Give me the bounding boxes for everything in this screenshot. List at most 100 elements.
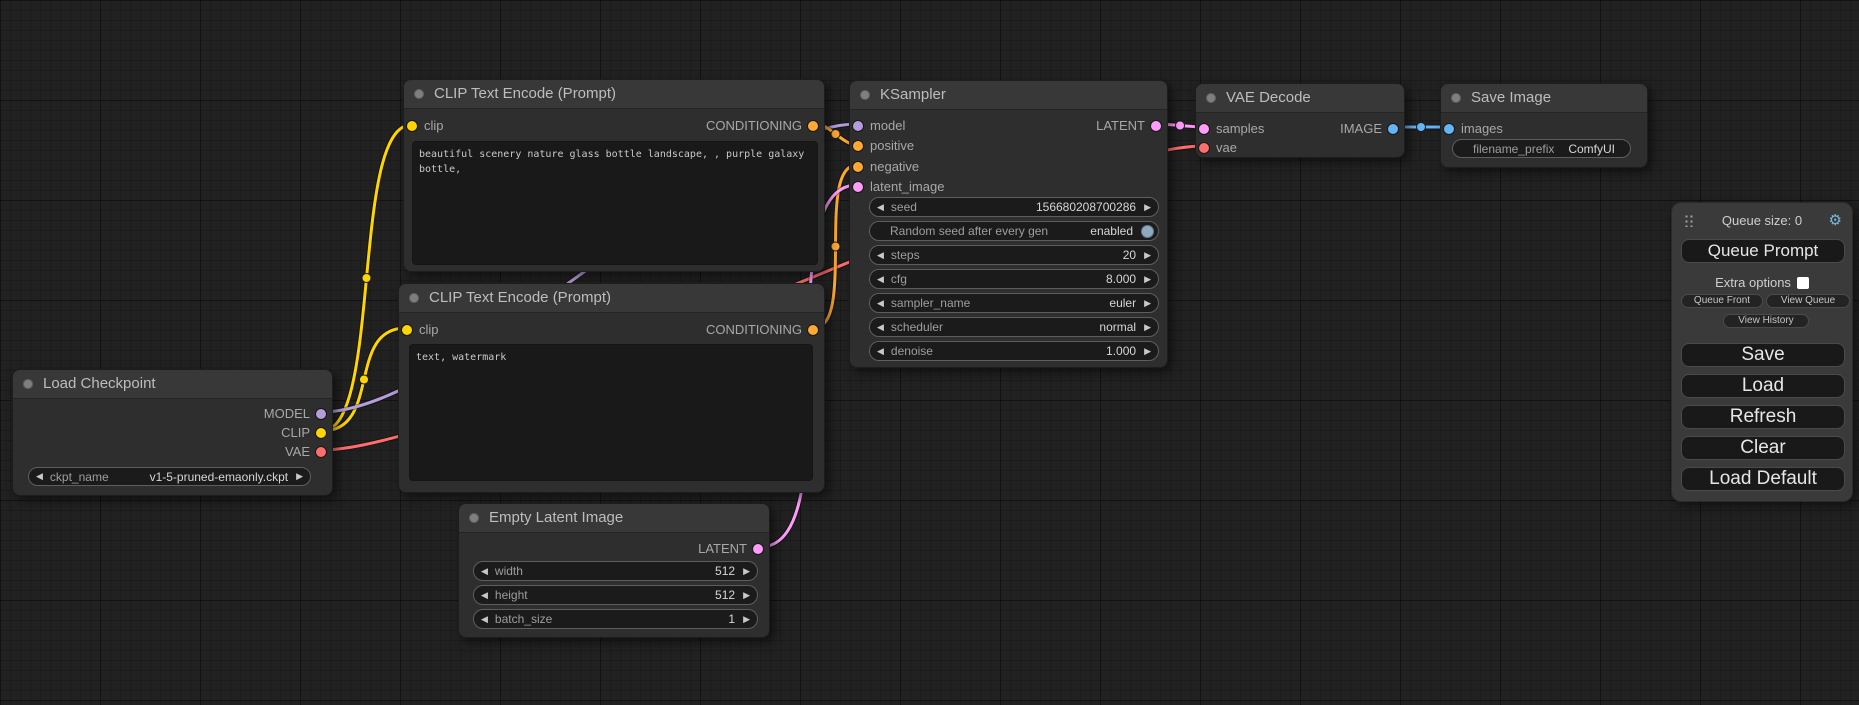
node-clip-text-encode-negative[interactable]: CLIP Text Encode (Prompt) clip CONDITION…: [398, 283, 825, 493]
wire-midpoint-dot-clip-to-positive-clip[interactable]: [362, 274, 371, 283]
stepper-right-icon[interactable]: ▶: [296, 472, 303, 481]
stepper-left-icon[interactable]: ◀: [36, 472, 43, 481]
clear-button[interactable]: Clear: [1681, 436, 1845, 460]
collapse-dot-icon[interactable]: [1206, 93, 1216, 103]
conditioning-output-dot[interactable]: [808, 121, 818, 131]
node-titlebar[interactable]: CLIP Text Encode (Prompt): [399, 284, 824, 313]
slot-label: CLIP: [281, 423, 310, 442]
stepper-left-icon[interactable]: ◀: [877, 323, 884, 332]
node-load-checkpoint[interactable]: Load Checkpoint MODEL CLIP VAE ◀ ckpt_na…: [12, 369, 333, 496]
collapse-dot-icon[interactable]: [409, 293, 419, 303]
stepper-right-icon[interactable]: ▶: [1144, 251, 1151, 260]
clip-input-dot[interactable]: [407, 121, 417, 131]
slot-label: CONDITIONING: [706, 116, 802, 135]
stepper-right-icon[interactable]: ▶: [743, 615, 750, 624]
stepper-right-icon[interactable]: ▶: [743, 567, 750, 576]
refresh-button[interactable]: Refresh: [1681, 405, 1845, 429]
vae-input-dot[interactable]: [1199, 143, 1209, 153]
height-widget[interactable]: ◀ height 512 ▶: [473, 585, 758, 605]
save-button[interactable]: Save: [1681, 343, 1845, 367]
output-slot-clip: CLIP: [13, 423, 332, 442]
widget-value: normal: [1099, 320, 1136, 334]
settings-gear-icon[interactable]: ⚙: [1829, 211, 1842, 231]
latent-output-dot[interactable]: [753, 544, 763, 554]
stepper-left-icon[interactable]: ◀: [481, 615, 488, 624]
node-titlebar[interactable]: Save Image: [1441, 84, 1647, 113]
node-titlebar[interactable]: Load Checkpoint: [13, 370, 332, 399]
stepper-left-icon[interactable]: ◀: [481, 591, 488, 600]
toggle-knob-icon[interactable]: [1141, 225, 1154, 238]
stepper-right-icon[interactable]: ▶: [1144, 299, 1151, 308]
collapse-dot-icon[interactable]: [1451, 93, 1461, 103]
node-ksampler[interactable]: KSampler model LATENT positive negative …: [849, 80, 1168, 368]
node-save-image[interactable]: Save Image images filename_prefix ComfyU…: [1440, 83, 1648, 168]
wire-midpoint-dot-conditioning-to-positive[interactable]: [831, 130, 840, 139]
wire-midpoint-dot-conditioning-to-negative[interactable]: [831, 242, 840, 251]
collapse-dot-icon[interactable]: [469, 513, 479, 523]
node-titlebar[interactable]: KSampler: [850, 81, 1167, 110]
view-history-button[interactable]: View History: [1723, 314, 1809, 328]
widget-value: 512: [715, 564, 735, 578]
node-clip-text-encode-positive[interactable]: CLIP Text Encode (Prompt) clip CONDITION…: [403, 79, 825, 272]
node-empty-latent-image[interactable]: Empty Latent Image LATENT ◀ width 512 ▶ …: [458, 503, 770, 638]
positive-input-dot[interactable]: [853, 141, 863, 151]
image-output-dot[interactable]: [1388, 124, 1398, 134]
positive-prompt-textarea[interactable]: beautiful scenery nature glass bottle la…: [412, 141, 818, 265]
negative-prompt-textarea[interactable]: text, watermark: [409, 344, 813, 481]
denoise-widget[interactable]: ◀ denoise 1.000 ▶: [869, 341, 1159, 361]
collapse-dot-icon[interactable]: [23, 379, 33, 389]
width-widget[interactable]: ◀ width 512 ▶: [473, 561, 758, 581]
conditioning-output-dot[interactable]: [808, 325, 818, 335]
cfg-widget[interactable]: ◀ cfg 8.000 ▶: [869, 269, 1159, 289]
samples-input-dot[interactable]: [1199, 124, 1209, 134]
stepper-left-icon[interactable]: ◀: [481, 567, 488, 576]
latent-image-input-dot[interactable]: [853, 182, 863, 192]
stepper-left-icon[interactable]: ◀: [877, 299, 884, 308]
clip-input-dot[interactable]: [402, 325, 412, 335]
scheduler-widget[interactable]: ◀ scheduler normal ▶: [869, 317, 1159, 337]
wire-midpoint-dot-image-to-save-image[interactable]: [1417, 123, 1426, 132]
steps-widget[interactable]: ◀ steps 20 ▶: [869, 245, 1159, 265]
model-output-dot[interactable]: [316, 409, 326, 419]
node-titlebar[interactable]: Empty Latent Image: [459, 504, 769, 533]
node-title: Empty Latent Image: [489, 504, 623, 532]
filename-prefix-widget[interactable]: filename_prefix ComfyUI: [1452, 139, 1631, 158]
view-queue-button[interactable]: View Queue: [1766, 294, 1850, 308]
model-input-dot[interactable]: [853, 121, 863, 131]
wire-midpoint-dot-clip-to-negative-clip[interactable]: [360, 375, 369, 384]
collapse-dot-icon[interactable]: [860, 90, 870, 100]
stepper-left-icon[interactable]: ◀: [877, 275, 884, 284]
stepper-right-icon[interactable]: ▶: [1144, 347, 1151, 356]
seed-widget[interactable]: ◀ seed 156680208700286 ▶: [869, 197, 1159, 217]
stepper-left-icon[interactable]: ◀: [877, 347, 884, 356]
widget-label: seed: [891, 200, 917, 214]
sampler-name-widget[interactable]: ◀ sampler_name euler ▶: [869, 293, 1159, 313]
queue-front-button[interactable]: Queue Front: [1681, 294, 1763, 308]
collapse-dot-icon[interactable]: [414, 89, 424, 99]
queue-prompt-button[interactable]: Queue Prompt: [1681, 239, 1845, 263]
load-button[interactable]: Load: [1681, 374, 1845, 398]
stepper-right-icon[interactable]: ▶: [743, 591, 750, 600]
ckpt-name-widget[interactable]: ◀ ckpt_name v1-5-pruned-emaonly.ckpt ▶: [28, 467, 311, 486]
node-vae-decode[interactable]: VAE Decode samples IMAGE vae: [1195, 83, 1405, 158]
node-graph-canvas[interactable]: Load Checkpoint MODEL CLIP VAE ◀ ckpt_na…: [0, 0, 1859, 705]
node-titlebar[interactable]: CLIP Text Encode (Prompt): [404, 80, 824, 109]
widget-value: 1.000: [1106, 344, 1136, 358]
load-default-button[interactable]: Load Default: [1681, 467, 1845, 491]
batch-size-widget[interactable]: ◀ batch_size 1 ▶: [473, 609, 758, 629]
random-seed-toggle-widget[interactable]: Random seed after every gen enabled: [869, 221, 1159, 241]
node-titlebar[interactable]: VAE Decode: [1196, 84, 1404, 113]
images-input-dot[interactable]: [1444, 124, 1454, 134]
vae-output-dot[interactable]: [316, 447, 326, 457]
wire-midpoint-dot-latent-to-vae-decode[interactable]: [1176, 121, 1185, 130]
negative-input-dot[interactable]: [853, 162, 863, 172]
stepper-right-icon[interactable]: ▶: [1144, 323, 1151, 332]
latent-output-dot[interactable]: [1151, 121, 1161, 131]
stepper-left-icon[interactable]: ◀: [877, 251, 884, 260]
clip-output-dot[interactable]: [316, 428, 326, 438]
stepper-right-icon[interactable]: ▶: [1144, 275, 1151, 284]
stepper-left-icon[interactable]: ◀: [877, 203, 884, 212]
extra-options-checkbox[interactable]: [1797, 277, 1809, 289]
widget-label: cfg: [891, 272, 907, 286]
stepper-right-icon[interactable]: ▶: [1144, 203, 1151, 212]
